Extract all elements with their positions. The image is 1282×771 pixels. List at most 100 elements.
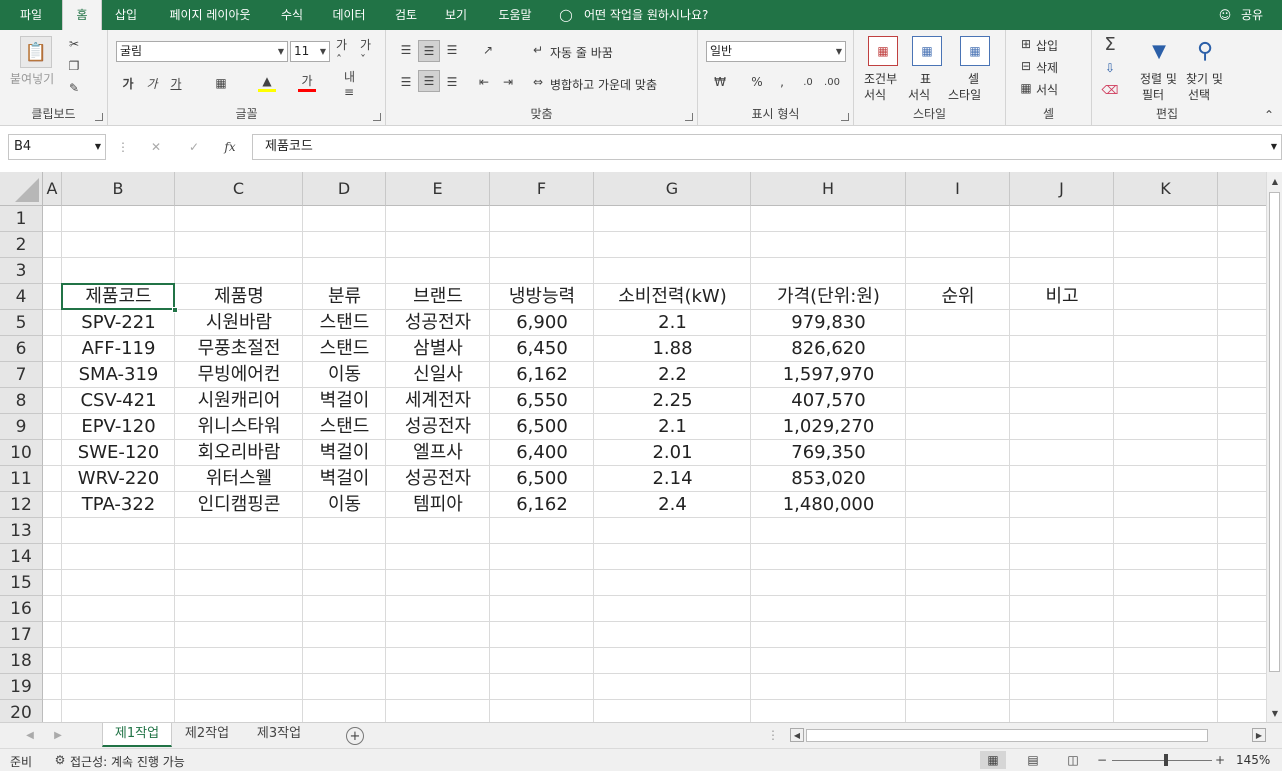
table-cell[interactable]: SPV-221: [62, 310, 175, 336]
table-cell[interactable]: 스탠드: [303, 310, 386, 336]
table-cell[interactable]: WRV-220: [62, 466, 175, 492]
table-cell[interactable]: 벽걸이: [303, 440, 386, 466]
table-cell[interactable]: 인디캠핑콘: [175, 492, 303, 518]
paste-button[interactable]: 붙여넣기: [10, 70, 54, 87]
table-cell[interactable]: 벽걸이: [303, 466, 386, 492]
fill-handle[interactable]: [172, 307, 178, 313]
tab-file[interactable]: 파일: [8, 0, 54, 30]
column-header-k[interactable]: K: [1114, 172, 1218, 206]
conditional-format-icon[interactable]: ▦: [868, 36, 898, 66]
column-header-f[interactable]: F: [490, 172, 594, 206]
tab-home[interactable]: 홈: [62, 0, 102, 30]
format-cells-button[interactable]: 서식: [1036, 81, 1058, 98]
sheet-tab-3[interactable]: 제3작업: [246, 723, 312, 747]
column-header-h[interactable]: H: [751, 172, 906, 206]
column-header-c[interactable]: C: [175, 172, 303, 206]
cell-styles-icon[interactable]: ▦: [960, 36, 990, 66]
underline-icon[interactable]: 가: [168, 74, 184, 92]
row-header-7[interactable]: 7: [0, 362, 43, 388]
table-cell[interactable]: 2.1: [594, 310, 751, 336]
table-cell[interactable]: [906, 362, 1010, 388]
orientation-icon[interactable]: ↗: [476, 40, 500, 60]
table-cell[interactable]: 무빙에어컨: [175, 362, 303, 388]
table-cell[interactable]: 스탠드: [303, 414, 386, 440]
table-cell[interactable]: [1010, 310, 1114, 336]
paste-icon[interactable]: 📋: [20, 36, 52, 68]
scroll-down-icon[interactable]: ▼: [1268, 706, 1282, 720]
name-box[interactable]: B4 ▼: [8, 134, 106, 160]
accessibility-status[interactable]: 접근성: 계속 진행 가능: [70, 753, 185, 770]
number-launcher-icon[interactable]: [841, 113, 849, 121]
sort-filter-line1[interactable]: 정렬 및: [1140, 70, 1177, 87]
comma-icon[interactable]: ,: [774, 72, 790, 92]
table-cell[interactable]: 1,029,270: [751, 414, 906, 440]
table-cell[interactable]: [1010, 466, 1114, 492]
table-cell[interactable]: [906, 388, 1010, 414]
insert-function-icon[interactable]: fx: [220, 138, 240, 156]
row-header-9[interactable]: 9: [0, 414, 43, 440]
page-layout-view-icon[interactable]: ▤: [1020, 751, 1046, 769]
italic-icon[interactable]: 가: [144, 74, 160, 92]
table-header-cell[interactable]: 분류: [303, 284, 386, 310]
table-cell[interactable]: [1010, 362, 1114, 388]
table-cell[interactable]: 무풍초절전: [175, 336, 303, 362]
table-cell[interactable]: 이동: [303, 492, 386, 518]
cut-icon[interactable]: ✂: [66, 36, 82, 52]
table-cell[interactable]: 성공전자: [386, 310, 490, 336]
row-header-1[interactable]: 1: [0, 206, 43, 232]
table-cell[interactable]: [1010, 414, 1114, 440]
cell-styles-line2[interactable]: 스타일: [948, 86, 981, 103]
table-header-cell[interactable]: 제품명: [175, 284, 303, 310]
table-cell[interactable]: [1010, 440, 1114, 466]
delete-cells-button[interactable]: 삭제: [1036, 59, 1058, 76]
font-name-combo[interactable]: 굴림 ▼: [116, 41, 288, 62]
table-cell[interactable]: 위터스웰: [175, 466, 303, 492]
row-header-8[interactable]: 8: [0, 388, 43, 414]
table-cell[interactable]: 979,830: [751, 310, 906, 336]
zoom-slider-thumb[interactable]: [1164, 754, 1168, 766]
horizontal-scrollbar[interactable]: [806, 729, 1208, 742]
table-cell[interactable]: 2.2: [594, 362, 751, 388]
table-cell[interactable]: 6,162: [490, 362, 594, 388]
table-cell[interactable]: 1.88: [594, 336, 751, 362]
scroll-right-icon[interactable]: ▶: [1252, 728, 1266, 742]
row-header-12[interactable]: 12: [0, 492, 43, 518]
table-cell[interactable]: [906, 440, 1010, 466]
table-cell[interactable]: [1010, 336, 1114, 362]
table-cell[interactable]: 2.1: [594, 414, 751, 440]
table-header-cell[interactable]: 브랜드: [386, 284, 490, 310]
number-format-combo[interactable]: 일반 ▼: [706, 41, 846, 62]
align-right-icon[interactable]: ☰: [442, 72, 462, 92]
percent-icon[interactable]: %: [748, 72, 766, 92]
row-header-3[interactable]: 3: [0, 258, 43, 284]
table-header-cell[interactable]: 비고: [1010, 284, 1114, 310]
table-cell[interactable]: 스탠드: [303, 336, 386, 362]
tab-help[interactable]: 도움말: [490, 0, 540, 30]
format-cells-icon[interactable]: ▦: [1018, 80, 1034, 96]
table-cell[interactable]: [906, 414, 1010, 440]
table-cell[interactable]: CSV-421: [62, 388, 175, 414]
tab-insert[interactable]: 삽입: [106, 0, 146, 30]
table-cell[interactable]: 407,570: [751, 388, 906, 414]
align-bottom-icon[interactable]: ☰: [442, 40, 462, 60]
border-icon[interactable]: ▦: [212, 74, 230, 92]
table-cell[interactable]: [906, 492, 1010, 518]
find-select-line1[interactable]: 찾기 및: [1186, 70, 1223, 87]
row-header-20[interactable]: 20: [0, 700, 43, 722]
table-cell[interactable]: 위니스타워: [175, 414, 303, 440]
decrease-decimal-icon[interactable]: .00: [822, 72, 842, 92]
font-size-combo[interactable]: 11 ▼: [290, 41, 330, 62]
vertical-scrollbar[interactable]: ▲ ▼: [1266, 172, 1282, 722]
row-header-18[interactable]: 18: [0, 648, 43, 674]
table-cell[interactable]: 신일사: [386, 362, 490, 388]
table-cell[interactable]: EPV-120: [62, 414, 175, 440]
accounting-format-icon[interactable]: ₩: [708, 72, 732, 92]
alignment-launcher-icon[interactable]: [685, 113, 693, 121]
tab-view[interactable]: 보기: [436, 0, 476, 30]
font-launcher-icon[interactable]: [373, 113, 381, 121]
table-cell[interactable]: 1,597,970: [751, 362, 906, 388]
fill-icon[interactable]: ⇩: [1100, 58, 1120, 78]
column-header-j[interactable]: J: [1010, 172, 1114, 206]
sort-filter-line2[interactable]: 필터: [1142, 86, 1164, 103]
table-cell[interactable]: [906, 310, 1010, 336]
